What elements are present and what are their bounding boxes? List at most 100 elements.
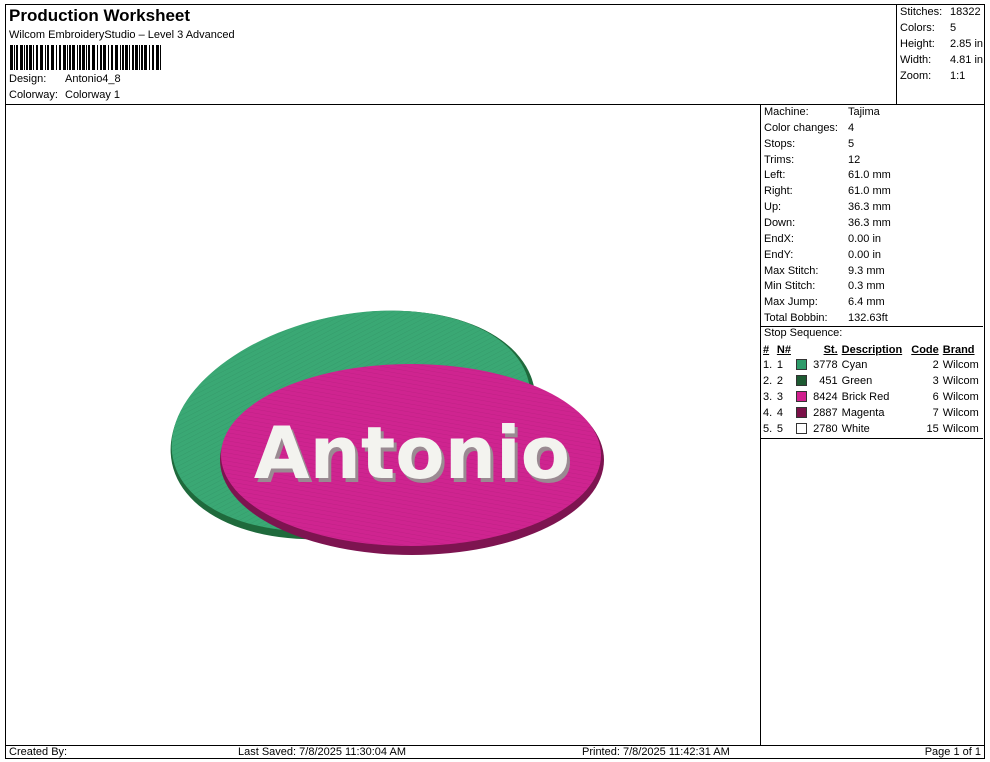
- design-value: Antonio4_8: [65, 73, 121, 85]
- info-label: Min Stitch:: [764, 280, 816, 293]
- summary-label: Stitches:: [900, 6, 943, 18]
- cell-desc: Magenta: [841, 407, 885, 419]
- color-swatch-cell: [794, 405, 810, 421]
- col-num: #: [763, 343, 770, 356]
- cell-n: 2: [776, 375, 783, 387]
- software-name: Wilcom EmbroideryStudio – Level 3 Advanc…: [9, 29, 235, 41]
- info-value: Tajima: [848, 106, 880, 118]
- info-value: 0.3 mm: [848, 280, 885, 293]
- cell-num: 4.: [763, 407, 773, 419]
- summary-row: Width: 4.81 in: [900, 54, 983, 66]
- info-label: Total Bobbin:: [764, 312, 828, 325]
- cell-num: 5.: [763, 423, 773, 435]
- info-label: Stops:: [764, 137, 796, 150]
- cell-num: 3.: [763, 391, 773, 403]
- info-value: 5: [848, 137, 855, 150]
- cell-num: 2.: [763, 375, 773, 387]
- last-saved: Last Saved: 7/8/2025 11:30:04 AM: [238, 746, 406, 758]
- col-swatch: [794, 342, 810, 357]
- printed-date: Printed: 7/8/2025 11:42:31 AM: [582, 746, 730, 758]
- worksheet-footer: Created By: Last Saved: 7/8/2025 11:30:0…: [6, 745, 984, 759]
- cell-brand: Wilcom: [942, 407, 979, 419]
- page-title: Production Worksheet: [9, 6, 191, 25]
- barcode-image: [10, 45, 161, 70]
- cell-brand: Wilcom: [942, 391, 979, 403]
- info-label: Right:: [764, 185, 793, 198]
- cell-code: 6: [932, 391, 939, 403]
- lettering-text: Antonio: [254, 411, 570, 495]
- colorway-value: Colorway 1: [65, 89, 121, 101]
- summary-label: Colors:: [900, 22, 935, 34]
- info-label: Up:: [764, 201, 782, 214]
- info-label: Max Jump:: [764, 296, 818, 309]
- cell-desc: White: [841, 423, 870, 435]
- design-preview: Antonio Antonio: [6, 105, 760, 745]
- design-row: Design: Antonio4_8: [9, 73, 121, 85]
- table-header-row: # N# St. Description Code Brand: [761, 342, 983, 357]
- info-row: Color changes: 4: [764, 122, 854, 134]
- info-row: Left: 61.0 mm: [764, 169, 891, 181]
- cell-n: 1: [776, 359, 783, 371]
- summary-label: Width:: [900, 54, 932, 66]
- info-row: Machine: Tajima: [764, 106, 880, 118]
- colorway-row: Colorway: Colorway 1: [9, 89, 120, 101]
- stop-sequence-heading: Stop Sequence:: [761, 326, 983, 342]
- info-value: 0.00 in: [848, 248, 882, 261]
- table-row: 5. 5 2780 White 15 Wilcom: [761, 421, 983, 437]
- info-row: EndY: 0.00 in: [764, 249, 881, 261]
- info-value: 132.63ft: [848, 312, 888, 325]
- info-row: Total Bobbin: 132.63ft: [764, 312, 888, 324]
- info-label: EndY:: [764, 248, 794, 261]
- summary-value: 5: [950, 22, 957, 34]
- info-row: Trims: 12: [764, 154, 860, 166]
- info-label: EndX:: [764, 232, 794, 245]
- table-row: 1. 1 3778 Cyan 2 Wilcom: [761, 357, 983, 373]
- cell-st: 2780: [813, 423, 838, 435]
- info-value: 12: [848, 153, 861, 166]
- info-value: 0.00 in: [848, 232, 882, 245]
- stop-sequence-table: # N# St. Description Code Brand 1. 1 3778 C…: [761, 342, 983, 437]
- cell-st: 8424: [813, 391, 838, 403]
- cell-n: 4: [776, 407, 783, 419]
- cell-st: 451: [819, 375, 838, 387]
- info-row: Stops: 5: [764, 138, 854, 150]
- color-swatch: [795, 406, 807, 418]
- cell-code: 15: [926, 423, 939, 435]
- summary-value: 18322: [950, 6, 981, 18]
- table-row: 2. 2 451 Green 3 Wilcom: [761, 373, 983, 389]
- cell-n: 5: [776, 423, 783, 435]
- col-st: St.: [823, 343, 838, 356]
- info-label: Down:: [764, 216, 796, 229]
- cell-st: 2887: [813, 407, 838, 419]
- col-description: Description: [841, 343, 903, 356]
- info-row: Min Stitch: 0.3 mm: [764, 280, 885, 292]
- machine-info-panel: Machine: Tajima Color changes: 4 Stops: 5 Trim…: [760, 105, 984, 745]
- cell-st: 3778: [813, 359, 838, 371]
- cell-brand: Wilcom: [942, 375, 979, 387]
- info-value: 9.3 mm: [848, 264, 885, 277]
- cell-brand: Wilcom: [942, 423, 979, 435]
- color-swatch-cell: [794, 373, 810, 389]
- info-value: 61.0 mm: [848, 169, 891, 182]
- color-swatch-cell: [794, 389, 810, 405]
- color-swatch-cell: [794, 357, 810, 373]
- info-label: Machine:: [764, 106, 809, 118]
- summary-row: Colors: 5: [900, 22, 956, 34]
- cell-code: 2: [932, 359, 939, 371]
- color-swatch: [795, 422, 807, 434]
- info-label: Color changes:: [764, 121, 838, 134]
- embroidery-preview-image: Antonio Antonio: [170, 310, 604, 555]
- summary-row: Stitches: 18322: [900, 6, 981, 18]
- info-row: Max Jump: 6.4 mm: [764, 296, 885, 308]
- info-row: Max Stitch: 9.3 mm: [764, 265, 885, 277]
- page-number: Page 1 of 1: [924, 746, 981, 758]
- color-swatch-cell: [794, 421, 810, 437]
- info-value: 36.3 mm: [848, 201, 891, 214]
- created-by: Created By:: [9, 746, 68, 758]
- colorway-label: Colorway:: [9, 89, 58, 101]
- info-row: Right: 61.0 mm: [764, 185, 891, 197]
- info-label: Left:: [764, 169, 786, 182]
- summary-row: Height: 2.85 in: [900, 38, 983, 50]
- col-code: Code: [911, 343, 939, 356]
- info-value: 36.3 mm: [848, 216, 891, 229]
